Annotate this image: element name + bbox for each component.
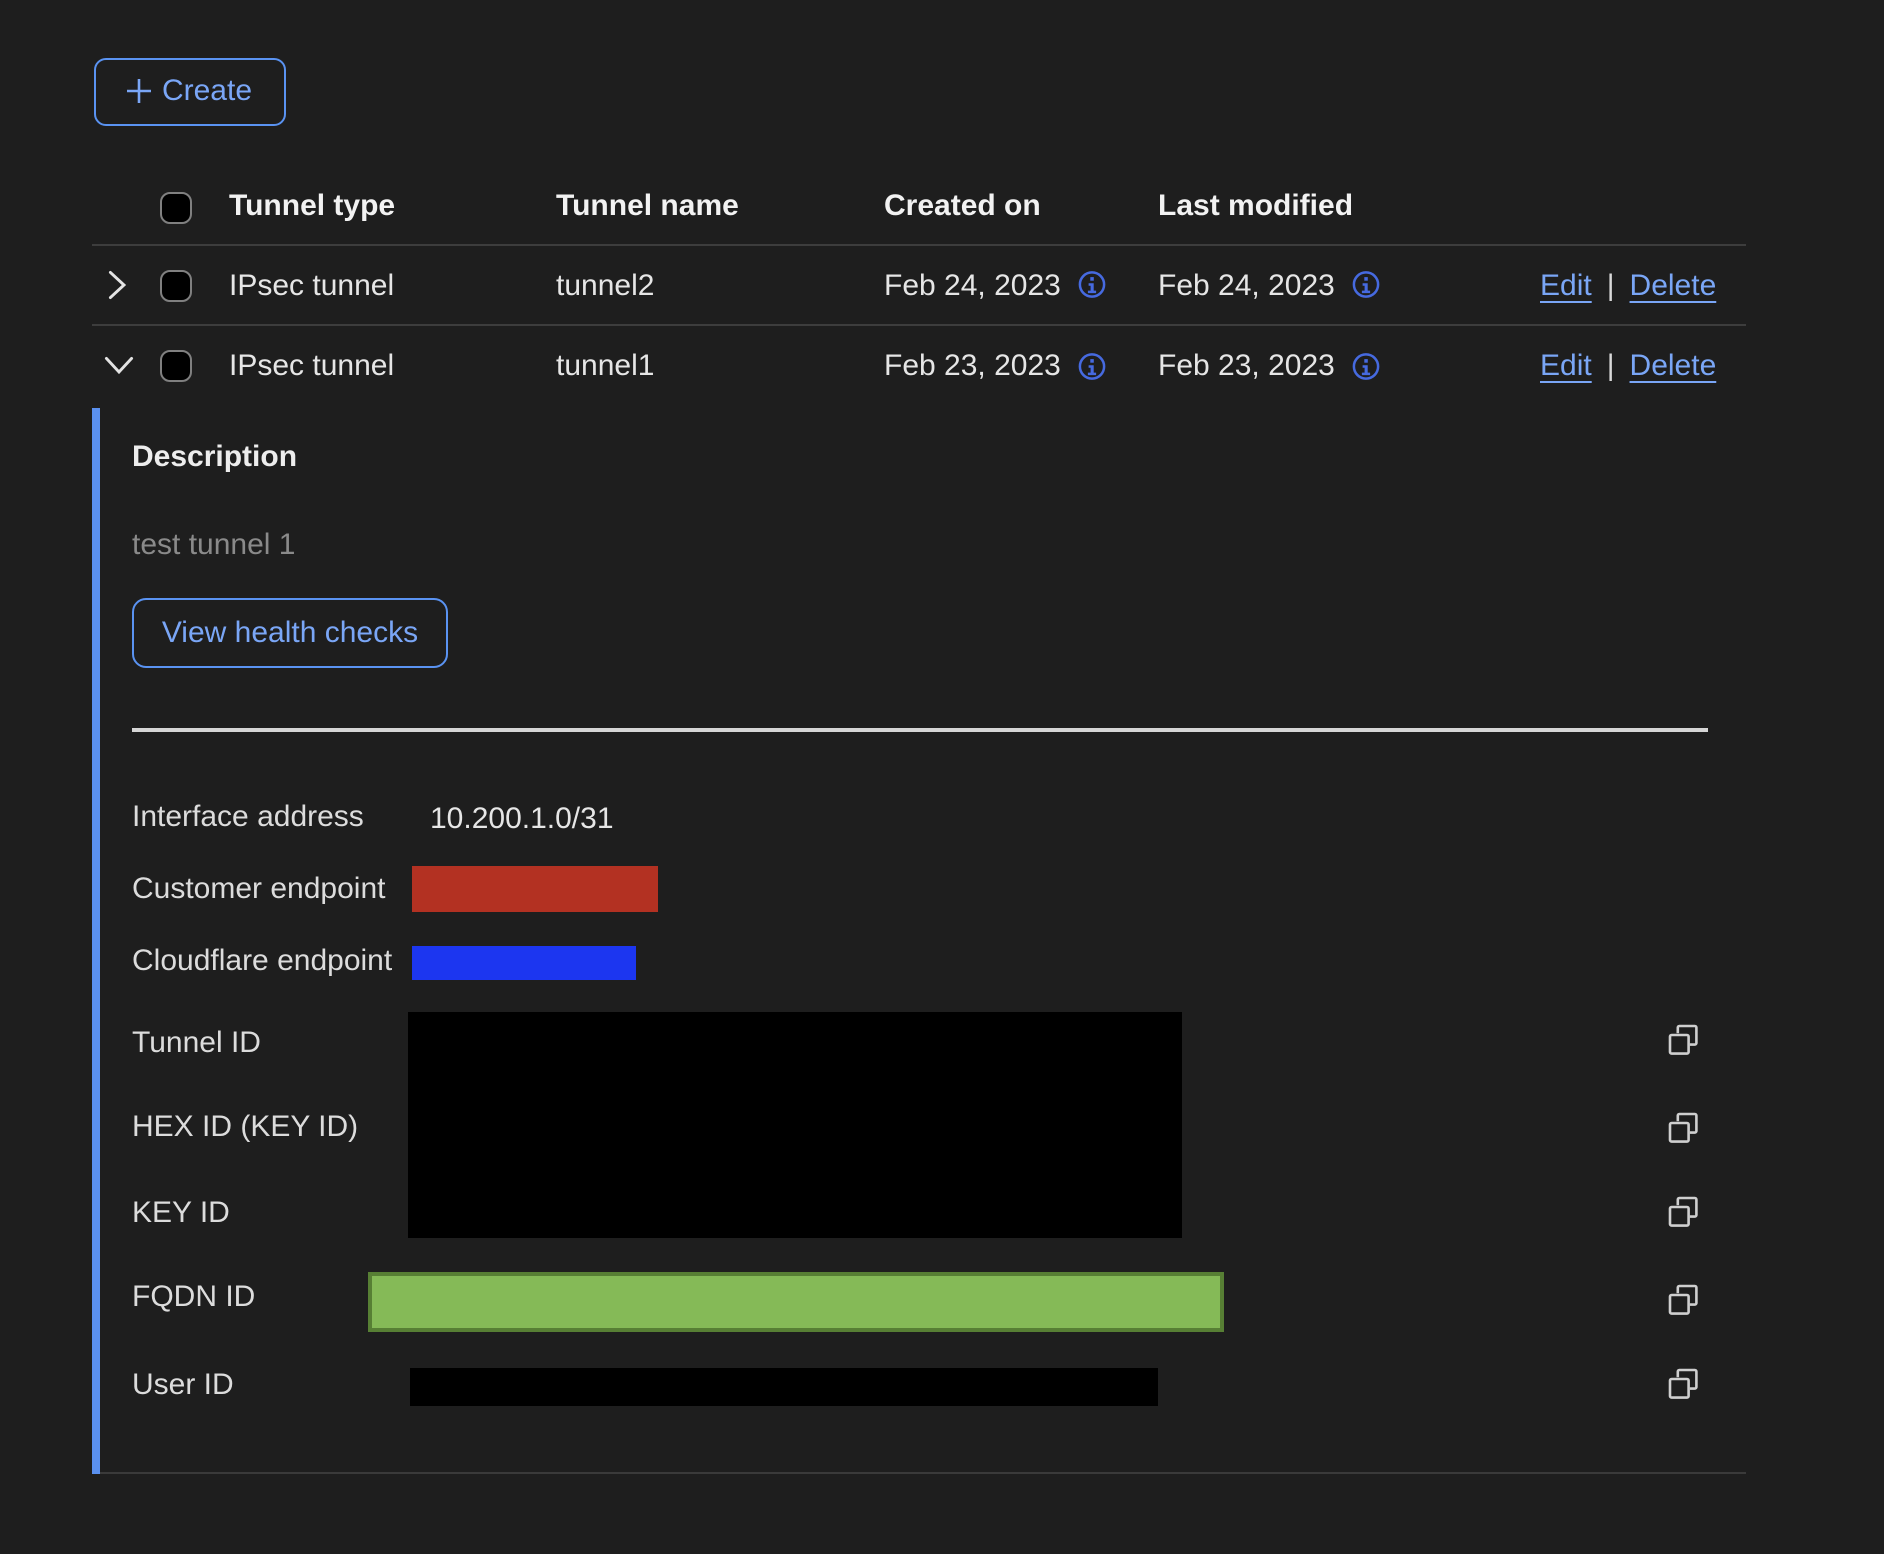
info-icon[interactable] <box>1353 271 1381 299</box>
create-button-label: Create <box>162 75 252 109</box>
copy-user-id-button[interactable] <box>1666 1368 1698 1400</box>
cell-last-modified: Feb 24, 2023 <box>1158 269 1381 303</box>
header-last-modified: Last modified <box>1158 189 1353 223</box>
ipsec-tunnels-page: Create Tunnel type Tunnel name Created o… <box>0 0 1884 1554</box>
actions-separator: | <box>1607 269 1615 303</box>
field-label-user-id: User ID <box>132 1363 234 1407</box>
field-label-fqdn-id: FQDN ID <box>132 1275 255 1319</box>
cell-last-modified: Feb 23, 2023 <box>1158 350 1381 384</box>
cell-tunnel-type: IPsec tunnel <box>229 350 394 384</box>
panel-divider <box>132 728 1708 731</box>
collapse-chevron-down-icon[interactable] <box>98 340 138 392</box>
field-label-cloudflare-endpoint: Cloudflare endpoint <box>132 939 392 983</box>
redaction-fqdn-id <box>367 1273 1224 1333</box>
field-value-interface-address: 10.200.1.0/31 <box>430 798 614 842</box>
header-created-on: Created on <box>884 189 1041 223</box>
plus-icon <box>126 79 152 105</box>
modified-date: Feb 23, 2023 <box>1158 350 1335 384</box>
view-health-checks-button[interactable]: View health checks <box>132 597 448 667</box>
info-icon[interactable] <box>1079 271 1107 299</box>
table-header-row: Tunnel type Tunnel name Created on Last … <box>92 164 1746 246</box>
row-checkbox[interactable] <box>159 350 191 382</box>
copy-tunnel-id-button[interactable] <box>1666 1024 1698 1056</box>
created-date: Feb 24, 2023 <box>884 269 1061 303</box>
field-label-tunnel-id: Tunnel ID <box>132 1022 261 1066</box>
row-checkbox[interactable] <box>159 269 191 301</box>
field-label-hex-id: HEX ID (KEY ID) <box>132 1105 358 1149</box>
actions-separator: | <box>1607 350 1615 384</box>
tunnel-detail-panel: Description test tunnel 1 View health ch… <box>92 408 1746 1474</box>
header-tunnel-type: Tunnel type <box>229 189 395 223</box>
field-label-interface-address: Interface address <box>132 796 364 840</box>
tunnels-table: Tunnel type Tunnel name Created on Last … <box>92 164 1746 406</box>
edit-link[interactable]: Edit <box>1540 350 1592 384</box>
cell-tunnel-type: IPsec tunnel <box>229 269 394 303</box>
copy-fqdn-id-button[interactable] <box>1666 1284 1698 1316</box>
expanded-row-indicator-bar <box>92 408 100 1474</box>
copy-key-id-button[interactable] <box>1666 1196 1698 1228</box>
select-all-checkbox[interactable] <box>159 193 191 225</box>
redaction-ids-block <box>407 1011 1181 1237</box>
copy-hex-id-button[interactable] <box>1666 1112 1698 1144</box>
cell-created-on: Feb 24, 2023 <box>884 269 1107 303</box>
create-button[interactable]: Create <box>93 58 285 125</box>
cell-tunnel-name: tunnel1 <box>556 350 654 384</box>
cell-created-on: Feb 23, 2023 <box>884 350 1107 384</box>
table-row-tunnel1: IPsec tunnel tunnel1 Feb 23, 2023 Feb 23… <box>92 326 1746 406</box>
field-label-key-id: KEY ID <box>132 1191 230 1235</box>
row-actions: Edit | Delete <box>1540 269 1716 303</box>
field-label-customer-endpoint: Customer endpoint <box>132 867 386 911</box>
redaction-cloudflare-endpoint <box>411 945 636 980</box>
cell-tunnel-name: tunnel2 <box>556 269 654 303</box>
redaction-customer-endpoint <box>411 866 657 911</box>
description-text: test tunnel 1 <box>132 523 295 567</box>
row-actions: Edit | Delete <box>1540 350 1716 384</box>
modified-date: Feb 24, 2023 <box>1158 269 1335 303</box>
created-date: Feb 23, 2023 <box>884 350 1061 384</box>
table-row-tunnel2: IPsec tunnel tunnel2 Feb 24, 2023 Feb 24… <box>92 246 1746 326</box>
description-heading: Description <box>132 435 297 479</box>
edit-link[interactable]: Edit <box>1540 269 1592 303</box>
info-icon[interactable] <box>1353 352 1381 380</box>
expand-chevron-right-icon[interactable] <box>98 259 138 311</box>
page-scaler: Create Tunnel type Tunnel name Created o… <box>0 0 1884 1554</box>
redaction-user-id <box>410 1367 1157 1405</box>
delete-link[interactable]: Delete <box>1630 350 1717 384</box>
header-tunnel-name: Tunnel name <box>556 189 739 223</box>
info-icon[interactable] <box>1079 352 1107 380</box>
delete-link[interactable]: Delete <box>1630 269 1717 303</box>
